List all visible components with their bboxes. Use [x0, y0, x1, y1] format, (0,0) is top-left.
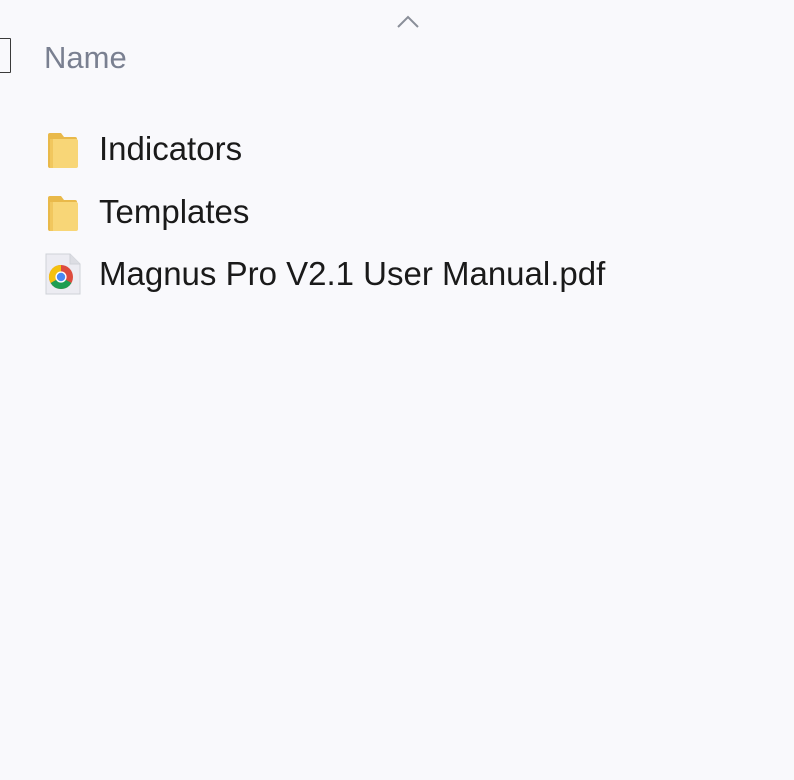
- folder-icon: [40, 127, 84, 171]
- file-name: Indicators: [99, 130, 243, 167]
- list-item-folder[interactable]: Templates: [40, 184, 760, 240]
- file-name: Magnus Pro V2.1 User Manual.pdf: [99, 255, 606, 292]
- folder-icon: [40, 190, 84, 234]
- file-list-pane: Name Indicators Templates Magnus Pro V2.…: [0, 0, 794, 780]
- chrome-pdf-icon: [40, 252, 84, 296]
- list-item-file[interactable]: Magnus Pro V2.1 User Manual.pdf: [40, 246, 760, 302]
- file-name: Templates: [99, 193, 250, 230]
- list-item-folder[interactable]: Indicators: [40, 121, 760, 177]
- sort-ascending-icon[interactable]: [396, 14, 420, 30]
- name-column-header[interactable]: Name: [44, 40, 127, 76]
- select-all-checkbox[interactable]: [0, 38, 11, 73]
